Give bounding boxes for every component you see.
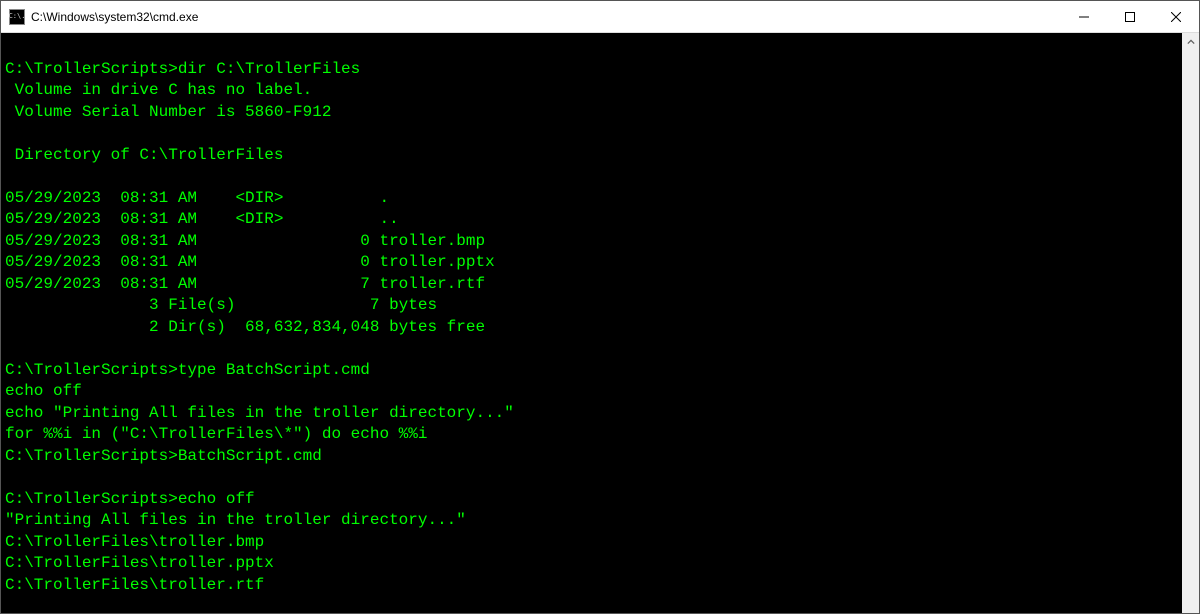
chevron-up-icon	[1187, 38, 1195, 46]
maximize-icon	[1125, 12, 1135, 22]
terminal-output[interactable]: C:\TrollerScripts>dir C:\TrollerFiles Vo…	[1, 33, 1182, 613]
close-icon	[1171, 12, 1181, 22]
close-button[interactable]	[1153, 1, 1199, 32]
vertical-scrollbar[interactable]	[1182, 33, 1199, 613]
window-title: C:\Windows\system32\cmd.exe	[31, 10, 198, 24]
content-area: C:\TrollerScripts>dir C:\TrollerFiles Vo…	[1, 33, 1199, 613]
maximize-button[interactable]	[1107, 1, 1153, 32]
cmd-window: C:\. C:\Windows\system32\cmd.exe C:\Trol…	[0, 0, 1200, 614]
minimize-icon	[1079, 12, 1089, 22]
minimize-button[interactable]	[1061, 1, 1107, 32]
cmd-icon: C:\.	[9, 9, 25, 25]
scroll-up-arrow[interactable]	[1182, 33, 1199, 50]
titlebar[interactable]: C:\. C:\Windows\system32\cmd.exe	[1, 1, 1199, 33]
window-controls	[1061, 1, 1199, 32]
